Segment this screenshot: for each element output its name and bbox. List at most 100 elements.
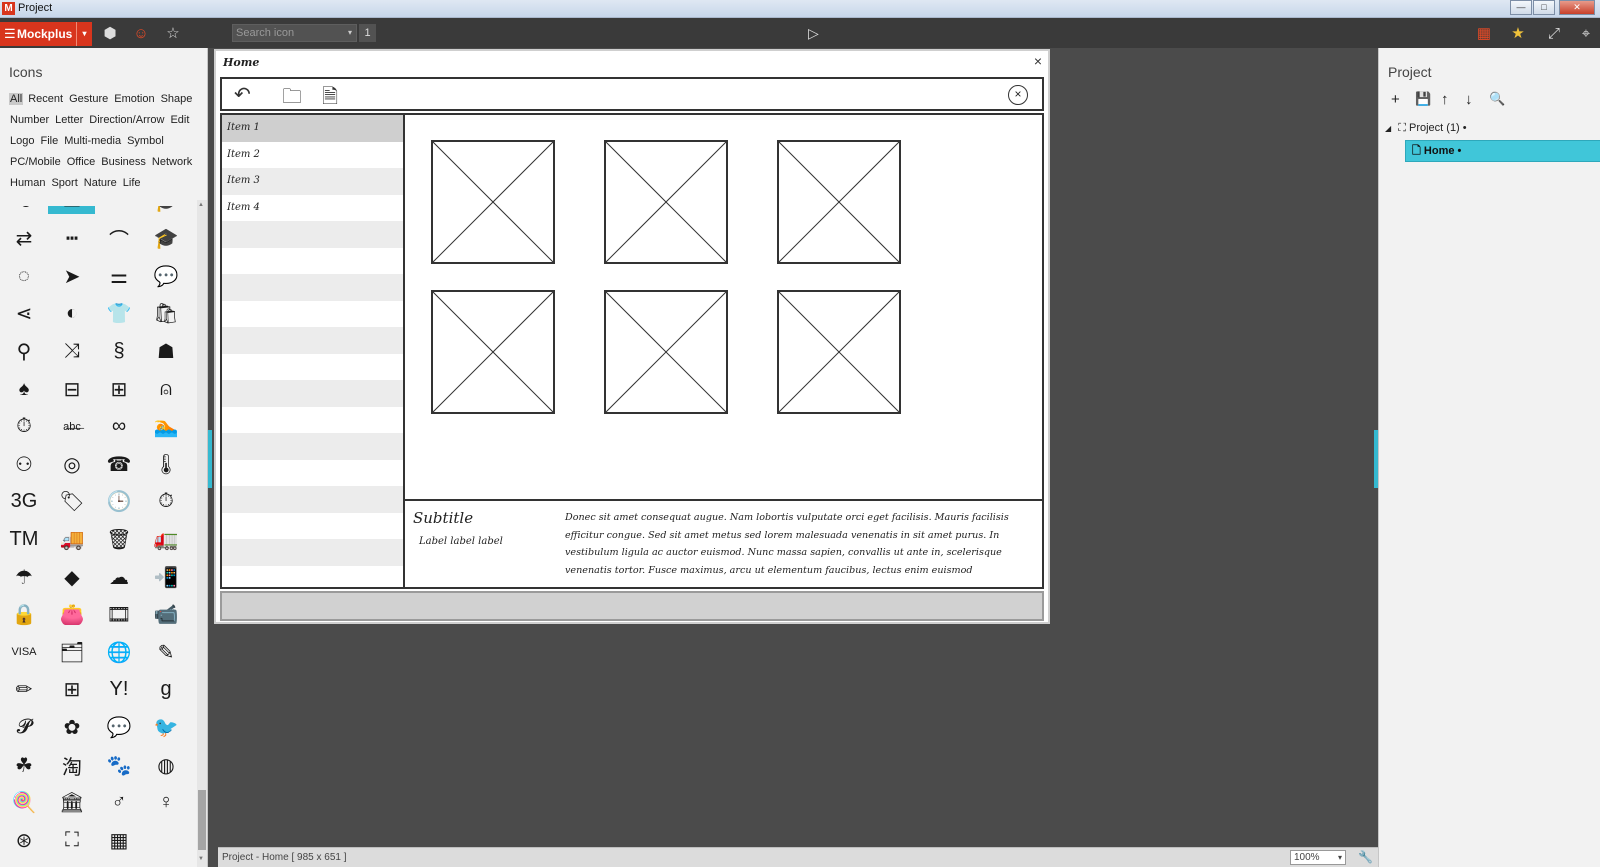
nav-close-circle-icon[interactable]: × [1008, 85, 1028, 105]
folder-icon[interactable]: 🗀 [282, 82, 302, 116]
library-icon[interactable]: 🗂 [57, 637, 87, 667]
library-icon[interactable]: ⚌ [104, 261, 134, 291]
preview-play-button[interactable]: ▷ [808, 25, 819, 42]
search-icon[interactable]: 🔍 [1489, 91, 1505, 107]
library-icon[interactable]: ⊛ [9, 825, 39, 855]
library-icon[interactable]: 🔒 [9, 600, 39, 630]
library-icon[interactable]: 🏷 [57, 487, 87, 517]
library-icon[interactable]: ⊟ [57, 374, 87, 404]
library-icon[interactable]: 👛 [57, 600, 87, 630]
library-icon[interactable]: ⤨ [57, 336, 87, 366]
category-logo[interactable]: Logo [9, 135, 35, 147]
library-icon[interactable]: § [104, 336, 134, 366]
image-placeholder[interactable] [431, 140, 555, 264]
library-icon[interactable]: 🍭 [9, 788, 39, 818]
library-icon[interactable]: 🚚 [57, 524, 87, 554]
library-icon[interactable]: ⏱ [151, 487, 181, 517]
library-icon[interactable] [151, 825, 181, 855]
library-icon[interactable]: 𝓟 [9, 712, 39, 742]
library-icon[interactable]: ➤ [57, 261, 87, 291]
wrench-icon[interactable]: 🔧 [1358, 850, 1373, 864]
save-icon[interactable]: 💾 [1415, 91, 1431, 107]
mockup-close-icon[interactable]: × [1034, 53, 1042, 69]
zoom-select[interactable]: 100% ▾ [1290, 850, 1346, 865]
library-icon[interactable]: ⛶ [57, 825, 87, 855]
fullscreen-icon[interactable]: ⤢ [1544, 24, 1564, 44]
library-icon[interactable]: ┅ [57, 224, 87, 254]
library-icon[interactable]: ☗ [151, 336, 181, 366]
library-icon[interactable]: ⚲ [9, 336, 39, 366]
category-shape[interactable]: Shape [160, 93, 194, 105]
library-icon[interactable]: 🛍 [151, 299, 181, 329]
chevron-down-icon[interactable]: ▾ [348, 25, 352, 41]
category-network[interactable]: Network [151, 156, 193, 168]
library-icon[interactable]: ◐ [57, 299, 87, 329]
category-all[interactable]: All [9, 93, 24, 105]
library-icon[interactable]: ☂ [9, 562, 39, 592]
maximize-button[interactable]: □ [1533, 0, 1555, 15]
category-direction-arrow[interactable]: Direction/Arrow [88, 114, 165, 126]
tree-item-home[interactable]: 🗋 Home • [1405, 140, 1600, 162]
library-icon[interactable]: ⌒ [104, 224, 134, 254]
library-icon[interactable]: ⏱ [9, 412, 39, 442]
library-icon[interactable]: 🚛 [151, 524, 181, 554]
library-icon[interactable]: ♂ [104, 788, 134, 818]
minimize-button[interactable]: — [1510, 0, 1532, 15]
mockup-window-home[interactable]: Home × ↶ 🗀 🗎 × Item 1 Item 2 Item 3 Item 4 … [214, 49, 1050, 624]
scroll-up-icon[interactable]: ▲ [198, 202, 204, 208]
category-business[interactable]: Business [100, 156, 147, 168]
library-icon[interactable]: ⊞ [57, 675, 87, 705]
library-icon[interactable]: 3G [9, 487, 39, 517]
library-icon[interactable]: 👕 [104, 299, 134, 329]
icon-grid-scrollbar[interactable]: ▲ ▼ [197, 200, 207, 867]
library-icon[interactable]: 🎞 [104, 600, 134, 630]
library-icon[interactable]: 💬 [104, 712, 134, 742]
library-icon[interactable]: ◍ [151, 750, 181, 780]
image-placeholder[interactable] [431, 290, 555, 414]
image-placeholder[interactable] [777, 290, 901, 414]
library-icon[interactable]: 🕒 [104, 487, 134, 517]
library-icon[interactable]: ▭ [57, 206, 87, 216]
image-placeholder[interactable] [604, 290, 728, 414]
category-life[interactable]: Life [122, 177, 142, 189]
category-gesture[interactable]: Gesture [68, 93, 109, 105]
tree-item-project[interactable]: ◢ ⛶ Project (1) • [1385, 122, 1467, 135]
library-icon[interactable]: TM [9, 524, 39, 554]
library-icon[interactable]: 🎓 [151, 206, 181, 216]
library-icon[interactable]: 🌡 [151, 449, 181, 479]
library-icon[interactable]: Y! [104, 675, 134, 705]
library-icon[interactable]: 淘 [57, 750, 87, 780]
library-icon[interactable]: ⇄ [9, 224, 39, 254]
image-placeholder[interactable] [777, 140, 901, 264]
library-icon[interactable]: ⍝ [151, 374, 181, 404]
library-icon[interactable]: 🐦 [151, 712, 181, 742]
category-emotion[interactable]: Emotion [113, 93, 155, 105]
library-icon[interactable]: ◌ [9, 261, 39, 291]
back-arrow-icon[interactable]: ↶ [234, 82, 251, 107]
library-icon[interactable]: ☁ [104, 562, 134, 592]
mockplus-menu-button[interactable]: ☰ Mockplus ▾ [0, 22, 92, 46]
category-office[interactable]: Office [66, 156, 97, 168]
tree-expand-icon[interactable]: ◢ [1385, 124, 1391, 133]
category-recent[interactable]: Recent [27, 93, 64, 105]
library-icon[interactable]: 🗑 [104, 524, 134, 554]
library-icon[interactable]: ⋖ [9, 299, 39, 329]
search-input[interactable]: Search icon ▾ [232, 24, 357, 42]
library-icon[interactable]: ♠ [9, 374, 39, 404]
category-letter[interactable]: Letter [54, 114, 84, 126]
list-item[interactable]: Item 2 [222, 141, 403, 168]
library-icon[interactable]: ♀ [151, 788, 181, 818]
library-icon[interactable]: ✿ [57, 712, 87, 742]
library-icon[interactable]: 🐾 [104, 750, 134, 780]
list-item[interactable]: Item 3 [222, 168, 403, 195]
grid-layout-icon[interactable]: ▦ [1474, 24, 1494, 44]
library-icon[interactable]: 🏛 [57, 788, 87, 818]
library-icon[interactable]: ∞ [104, 412, 134, 442]
library-icon[interactable]: 🌐 [104, 637, 134, 667]
category-number[interactable]: Number [9, 114, 50, 126]
category-symbol[interactable]: Symbol [126, 135, 165, 147]
library-icon[interactable]: ◆ [57, 562, 87, 592]
library-icon[interactable]: ⊞ [104, 374, 134, 404]
library-icon[interactable]: 🎓 [151, 224, 181, 254]
library-icon[interactable]: a̶b̶c̶ [57, 412, 87, 442]
